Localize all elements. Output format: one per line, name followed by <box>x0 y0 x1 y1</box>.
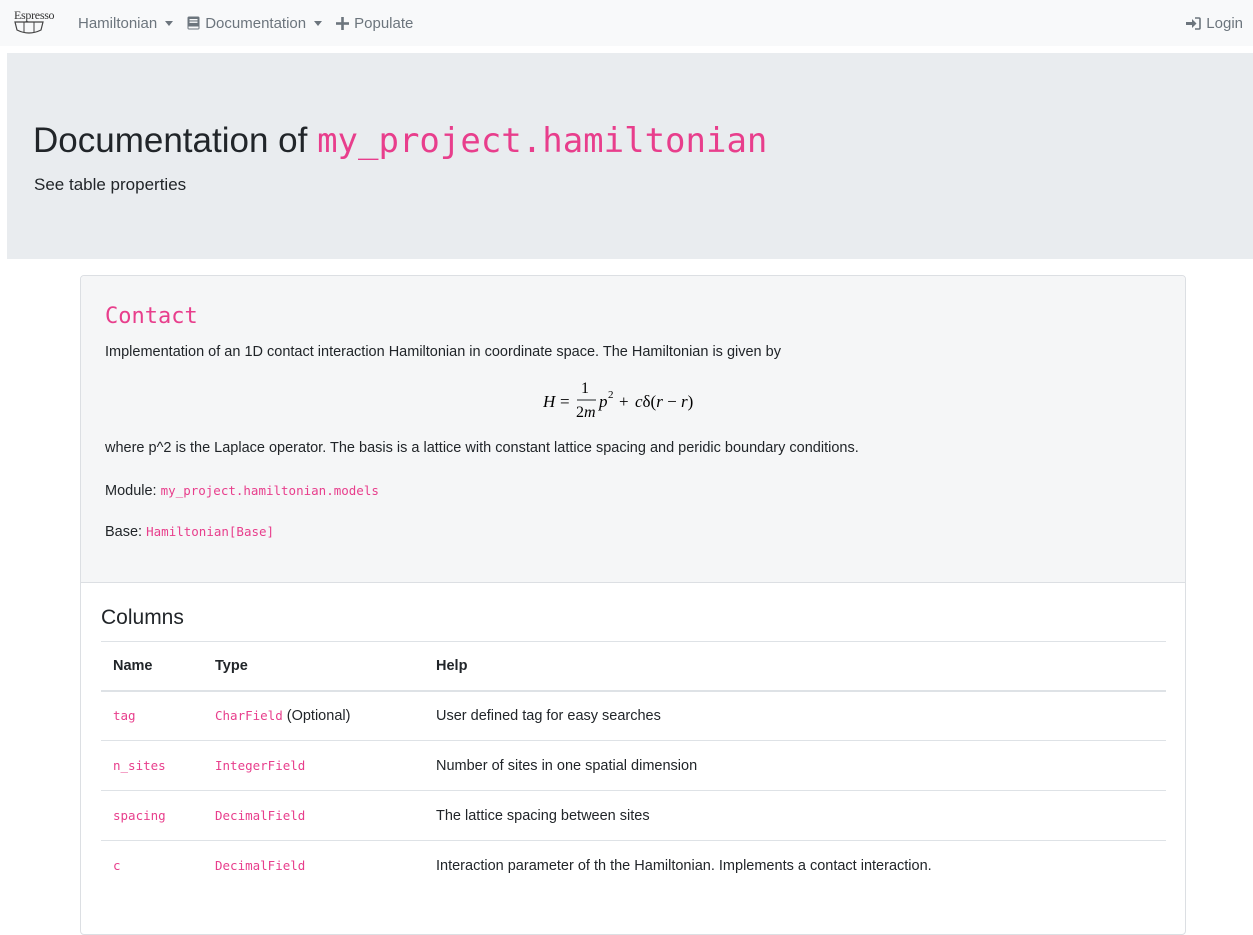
svg-text:2m: 2m <box>576 404 596 421</box>
page-title-module: my_project.hamiltonian <box>317 121 768 161</box>
row-name: tag <box>113 707 136 723</box>
nav-populate-link[interactable]: Populate <box>336 15 413 32</box>
columns-table: Name Type Help tag CharField (Optional) … <box>101 641 1166 891</box>
page-header: Documentation of my_project.hamiltonian … <box>7 53 1253 259</box>
table-row: n_sites IntegerField Number of sites in … <box>101 740 1166 791</box>
row-name-cell: tag <box>101 690 203 741</box>
row-name-cell: c <box>101 840 203 891</box>
caret-down-icon <box>314 20 323 26</box>
page-title: Documentation of my_project.hamiltonian <box>33 119 767 163</box>
page-subtitle: See table properties <box>34 175 187 194</box>
table-row: c DecimalField Interaction parameter of … <box>101 840 1166 891</box>
row-type: IntegerField <box>215 757 306 773</box>
row-name: spacing <box>113 807 166 823</box>
model-base-line: Base: Hamiltonian[Base] <box>105 524 274 540</box>
model-description: Implementation of an 1D contact interact… <box>105 344 781 360</box>
header-help: Help <box>424 641 1166 692</box>
book-icon <box>187 16 200 30</box>
caret-down-icon <box>165 20 174 26</box>
row-type: DecimalField <box>215 857 306 873</box>
svg-text:cδ(r − r): cδ(r − r) <box>635 392 693 411</box>
page-title-prefix: Documentation of <box>33 121 308 160</box>
row-type: DecimalField <box>215 807 306 823</box>
svg-text:2: 2 <box>608 389 614 401</box>
cup-icon <box>14 21 44 34</box>
plus-icon <box>336 16 350 30</box>
nav-documentation-label: Documentation <box>205 14 307 32</box>
base-label: Base: <box>105 524 143 540</box>
row-help: The lattice spacing between sites <box>424 790 1166 841</box>
header-name: Name <box>101 641 203 692</box>
row-type-cell: CharField (Optional) <box>203 690 424 741</box>
base-value: Hamiltonian[Base] <box>146 524 275 539</box>
nav-hamiltonian-dropdown[interactable]: Hamiltonian <box>78 14 174 32</box>
row-help: User defined tag for easy searches <box>424 690 1166 741</box>
svg-text:=: = <box>560 392 570 411</box>
row-type-cell: DecimalField <box>203 790 424 841</box>
row-type-suffix: (Optional) <box>282 707 351 724</box>
navbar: Espresso Hamiltonian Documentation Popul… <box>0 0 1253 46</box>
row-type: CharField <box>215 707 283 723</box>
svg-text:p: p <box>598 392 608 411</box>
table-header-row: Name Type Help <box>101 641 1166 692</box>
brand-logo[interactable]: Espresso <box>14 8 62 38</box>
model-name: Contact <box>105 304 198 329</box>
nav-documentation-dropdown[interactable]: Documentation <box>187 14 323 32</box>
row-name: n_sites <box>113 757 166 773</box>
header-type: Type <box>203 641 424 692</box>
row-name: c <box>113 857 121 873</box>
row-type-cell: IntegerField <box>203 740 424 791</box>
login-link[interactable]: Login <box>1186 0 1243 46</box>
table-row: tag CharField (Optional) User defined ta… <box>101 690 1166 741</box>
row-help: Interaction parameter of th the Hamilton… <box>424 840 1166 891</box>
row-name-cell: spacing <box>101 790 203 841</box>
row-name-cell: n_sites <box>101 740 203 791</box>
table-row: spacing DecimalField The lattice spacing… <box>101 790 1166 841</box>
module-label: Module: <box>105 483 157 499</box>
model-card-header: Contact Implementation of an 1D contact … <box>81 276 1185 583</box>
row-type-cell: DecimalField <box>203 840 424 891</box>
nav-populate-label: Populate <box>354 14 414 32</box>
row-help: Number of sites in one spatial dimension <box>424 740 1166 791</box>
login-label: Login <box>1206 14 1243 32</box>
svg-text:+: + <box>619 392 629 411</box>
svg-text:H: H <box>543 392 557 411</box>
model-card: Contact Implementation of an 1D contact … <box>80 275 1186 935</box>
svg-text:1: 1 <box>581 380 589 397</box>
module-value: my_project.hamiltonian.models <box>160 483 379 498</box>
sign-in-icon <box>1186 16 1202 30</box>
nav-hamiltonian-label: Hamiltonian <box>78 14 158 32</box>
model-module-line: Module: my_project.hamiltonian.models <box>105 483 379 499</box>
columns-heading: Columns <box>101 606 184 629</box>
model-where-text: where p^2 is the Laplace operator. The b… <box>105 440 859 456</box>
hamiltonian-formula: H = 1 2m p 2 + cδ(r − r) <box>542 376 723 426</box>
